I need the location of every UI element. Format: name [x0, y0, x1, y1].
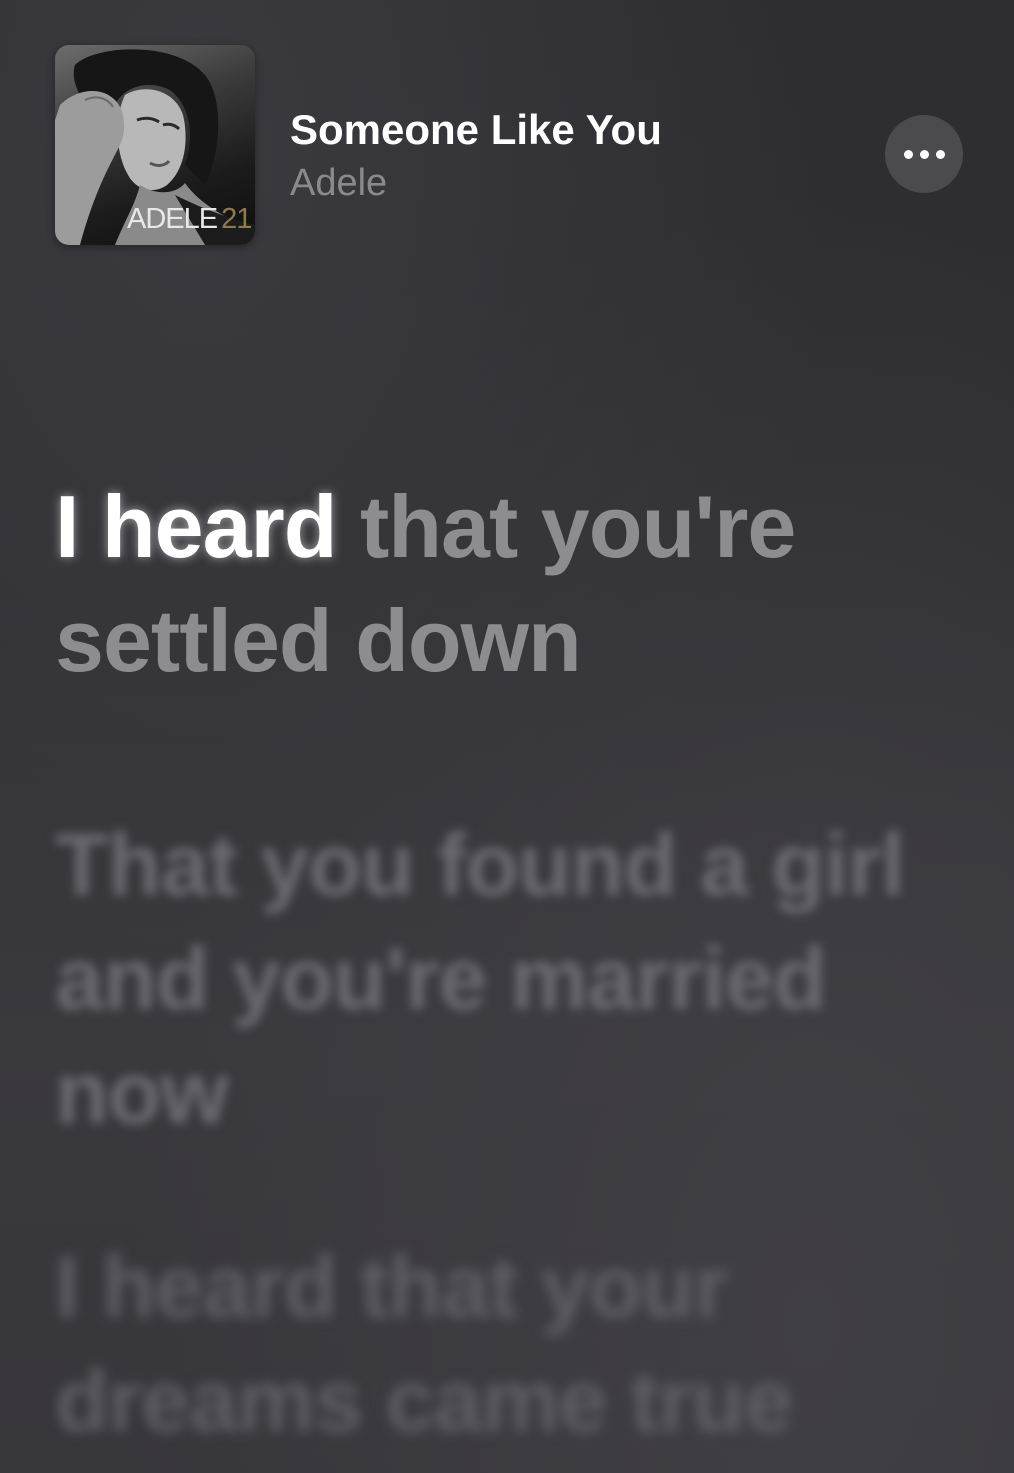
ellipsis-icon-dot	[919, 149, 929, 159]
album-title-text: ADELE 21	[127, 203, 252, 236]
lyric-line-following[interactable]: I heard that your dreams came true	[55, 1230, 955, 1458]
track-artist[interactable]: Adele	[290, 162, 387, 205]
track-title[interactable]: Someone Like You	[290, 106, 662, 154]
lyrics-view[interactable]: I heard that you're settled down That yo…	[55, 470, 955, 1458]
ellipsis-icon-dot	[935, 149, 945, 159]
album-artist-label: ADELE	[127, 203, 218, 235]
lyric-line-current[interactable]: I heard that you're settled down	[55, 470, 955, 698]
more-options-button[interactable]	[885, 115, 963, 193]
ellipsis-icon	[903, 149, 913, 159]
album-number-label: 21	[221, 203, 252, 235]
lyric-sung-text: I heard	[55, 477, 338, 576]
lyric-line-next[interactable]: That you found a girl and you're married…	[55, 808, 955, 1150]
now-playing-header: ADELE 21 Someone Like You Adele	[0, 0, 1014, 260]
album-artwork[interactable]: ADELE 21	[55, 45, 255, 245]
